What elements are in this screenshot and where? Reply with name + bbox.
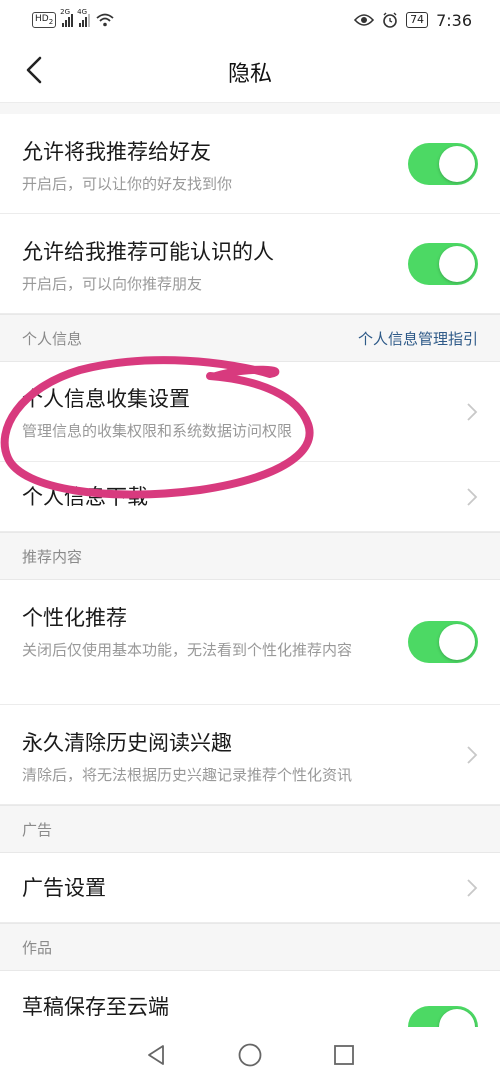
net1-label: 2G: [60, 7, 71, 16]
net2-label: 4G: [77, 7, 88, 16]
row-info-download[interactable]: 个人信息下载: [0, 462, 500, 532]
row-title: 个人信息下载: [22, 484, 148, 509]
toggle-recommend-to-friends[interactable]: [408, 142, 478, 185]
section-ads: 广告: [0, 805, 500, 853]
row-subtitle: 清除后，将无法根据历史兴趣记录推荐个性化资讯: [22, 766, 353, 784]
top-gap: [0, 102, 500, 114]
signal-2g-icon: 2G: [60, 8, 74, 27]
section-label: 推荐内容: [22, 547, 83, 566]
chevron-right-icon: [467, 878, 478, 897]
toggle-recommend-known[interactable]: [408, 242, 478, 285]
section-personal-info: 个人信息 个人信息管理指引: [0, 314, 500, 362]
section-label: 广告: [22, 820, 53, 839]
nav-recents-icon[interactable]: [333, 1044, 355, 1066]
status-bar: HD2 2G 4G 74 7:36: [0, 0, 500, 40]
row-recommend-to-friends[interactable]: 允许将我推荐给好友 开启后，可以让你的好友找到你: [0, 114, 500, 214]
row-subtitle: 管理信息的收集权限和系统数据访问权限: [22, 422, 293, 440]
status-right: 74 7:36: [354, 11, 472, 30]
toggle-knob: [439, 145, 475, 182]
row-clear-history[interactable]: 永久清除历史阅读兴趣 清除后，将无法根据历史兴趣记录推荐个性化资讯: [0, 705, 500, 805]
settings-list: 允许将我推荐给好友 开启后，可以让你的好友找到你 允许给我推荐可能认识的人 开启…: [0, 102, 500, 1027]
section-label: 个人信息: [22, 329, 83, 348]
row-recommend-known[interactable]: 允许给我推荐可能认识的人 开启后，可以向你推荐朋友: [0, 214, 500, 314]
row-ad-settings[interactable]: 广告设置: [0, 853, 500, 923]
hd-label: HD: [35, 13, 49, 24]
row-title: 个人信息收集设置: [22, 387, 190, 411]
row-subtitle: 开启后，可以向你推荐朋友: [22, 275, 203, 293]
row-collection-settings[interactable]: 个人信息收集设置 管理信息的收集权限和系统数据访问权限: [0, 362, 500, 462]
section-recommend-content: 推荐内容: [0, 532, 500, 580]
section-label: 作品: [22, 938, 53, 957]
row-personalized[interactable]: 个性化推荐 关闭后仅使用基本功能，无法看到个性化推荐内容: [0, 580, 500, 705]
battery-icon: 74: [406, 12, 429, 28]
chevron-right-icon: [467, 745, 478, 764]
hd-sub: 2: [48, 17, 54, 26]
row-subtitle: 关闭后仅使用基本功能，无法看到个性化推荐内容: [22, 641, 353, 659]
chevron-right-icon: [467, 402, 478, 421]
toggle-knob: [439, 624, 475, 660]
section-works: 作品: [0, 923, 500, 971]
row-title: 广告设置: [22, 875, 106, 900]
wifi-icon: [96, 13, 114, 27]
nav-home-icon[interactable]: [237, 1042, 263, 1068]
toggle-knob: [439, 245, 475, 282]
page-title: 隐私: [227, 62, 272, 87]
toggle-knob: [439, 1009, 475, 1027]
row-title: 个性化推荐: [22, 606, 127, 630]
nav-bar: 隐私: [0, 40, 500, 102]
system-nav-bar: [0, 1027, 500, 1083]
toggle-draft-cloud[interactable]: [408, 1006, 478, 1027]
clock-time: 7:36: [436, 10, 472, 30]
alarm-icon: [383, 12, 397, 28]
row-title: 永久清除历史阅读兴趣: [22, 731, 232, 755]
status-left: HD2 2G 4G: [32, 8, 114, 29]
chevron-right-icon: [467, 487, 478, 506]
row-draft-cloud[interactable]: 草稿保存至云端: [0, 971, 500, 1027]
toggle-personalized[interactable]: [408, 621, 478, 663]
nav-back-icon[interactable]: [145, 1043, 167, 1067]
eye-icon: [354, 14, 375, 26]
hd-badge: HD2: [32, 11, 57, 29]
signal-4g-icon: 4G: [77, 8, 91, 27]
personal-info-guide-link[interactable]: 个人信息管理指引: [358, 328, 478, 349]
row-subtitle: 开启后，可以让你的好友找到你: [22, 175, 233, 193]
